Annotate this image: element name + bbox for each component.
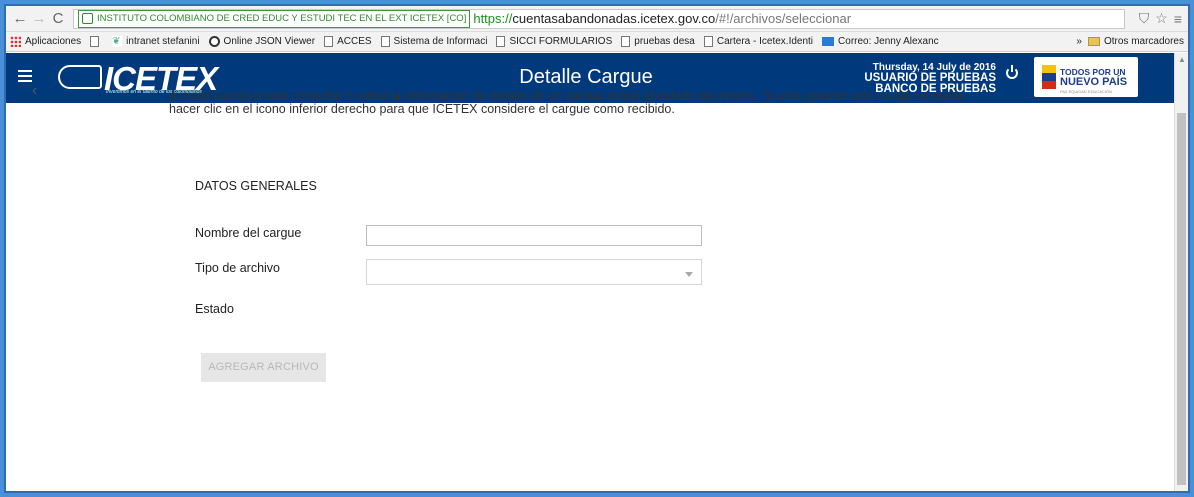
scroll-thumb[interactable]	[1177, 113, 1186, 485]
ev-certificate-badge[interactable]: INSTITUTO COLOMBIANO DE CRED EDUC Y ESTU…	[78, 9, 471, 28]
browser-toolbar: ← → C INSTITUTO COLOMBIANO DE CRED EDUC …	[6, 6, 1188, 32]
nombre-cargue-input[interactable]	[366, 225, 702, 246]
page-icon	[90, 36, 100, 47]
forward-arrow-icon[interactable]: →	[31, 10, 47, 28]
bookmark-otros-marcadores[interactable]: Otros marcadores	[1104, 36, 1184, 47]
ev-certificate-label: INSTITUTO COLOMBIANO DE CRED EDUC Y ESTU…	[97, 13, 467, 24]
gov-logo: TODOS POR UN NUEVO PAÍS PAZ EQUIDAD EDUC…	[1034, 57, 1138, 97]
chrome-menu-icon[interactable]: ≡	[1174, 11, 1182, 27]
browser-window: ← → C INSTITUTO COLOMBIANO DE CRED EDUC …	[4, 4, 1190, 493]
scroll-up-icon[interactable]: ▲	[1178, 55, 1186, 64]
page-icon	[380, 36, 390, 47]
bookmark-acces[interactable]: ACCES	[324, 36, 372, 47]
section-title: DATOS GENERALES	[195, 179, 317, 193]
folder-icon	[1087, 37, 1100, 46]
bookmarks-bar: Aplicaciones ❦ intranet stefanini Online …	[6, 32, 1188, 52]
hamburger-menu-icon[interactable]	[18, 70, 32, 82]
colombia-flag-icon	[1042, 65, 1056, 89]
url-path: /#!/archivos/seleccionar	[715, 11, 852, 26]
page-icon	[324, 36, 334, 47]
address-bar[interactable]: INSTITUTO COLOMBIANO DE CRED EDUC Y ESTU…	[73, 8, 1125, 29]
agregar-archivo-button[interactable]: AGREGAR ARCHIVO	[201, 353, 326, 382]
bookmark-star-icon[interactable]: ☆	[1155, 10, 1168, 27]
shield-extension-icon[interactable]: ⛉	[1139, 10, 1150, 27]
lock-icon	[82, 13, 93, 24]
tipo-archivo-select[interactable]	[366, 259, 702, 285]
nombre-label: Nombre del cargue	[195, 226, 302, 240]
back-arrow-icon[interactable]: ←	[12, 10, 28, 28]
page-icon	[621, 36, 631, 47]
bookmark-pruebas[interactable]: pruebas desa	[621, 36, 695, 47]
estado-label: Estado	[195, 302, 234, 316]
bookmark-sistema[interactable]: Sistema de Informaci	[380, 36, 487, 47]
bookmarks-overflow-chevron[interactable]: »	[1076, 36, 1082, 47]
page-icon	[496, 36, 506, 47]
tipo-label: Tipo de archivo	[195, 261, 280, 275]
bookmark-aplicaciones[interactable]: Aplicaciones	[10, 36, 81, 47]
apps-grid-icon	[10, 36, 21, 47]
back-chevron-icon[interactable]: ‹	[32, 82, 37, 100]
bookmark-json-viewer[interactable]: Online JSON Viewer	[208, 36, 315, 47]
power-logout-icon[interactable]	[1006, 65, 1018, 79]
mail-icon	[822, 37, 835, 46]
gov-line2: NUEVO PAÍS	[1060, 76, 1128, 88]
intro-line-2: hacer clic en el icono inferior derecho …	[169, 102, 675, 116]
leaf-icon: ❦	[112, 36, 123, 47]
intro-text: A continuación puede consultar o editar …	[169, 90, 1049, 116]
dropdown-caret-icon	[685, 272, 693, 277]
reload-icon[interactable]: C	[50, 10, 66, 28]
url-scheme: https://	[473, 11, 513, 26]
bookmark-blank[interactable]	[90, 36, 103, 47]
bookmark-correo[interactable]: Correo: Jenny Alexanc	[822, 36, 939, 47]
page-scrollbar[interactable]: ▲	[1174, 53, 1188, 491]
url-host: cuentasabandonadas.icetex.gov.co	[512, 11, 716, 26]
gov-line3: PAZ EQUIDAD EDUCACIÓN	[1060, 89, 1112, 94]
bookmark-cartera[interactable]: Cartera - Icetex.Identi	[703, 36, 813, 47]
page-icon	[703, 36, 713, 47]
bookmark-intranet[interactable]: ❦ intranet stefanini	[112, 36, 200, 47]
circle-icon	[208, 36, 220, 47]
bookmark-sicci[interactable]: SICCI FORMULARIOS	[496, 36, 612, 47]
